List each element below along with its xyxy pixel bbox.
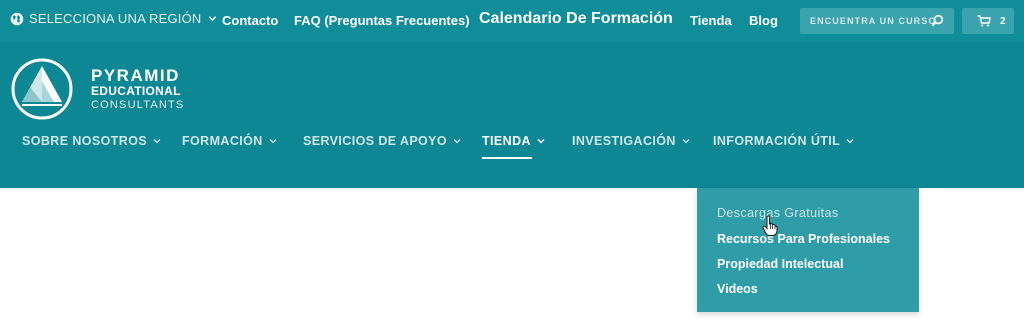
brand-name-line1: PYRAMID: [91, 66, 180, 85]
chevron-down-icon: [682, 139, 690, 144]
active-nav-underline: [482, 157, 532, 159]
region-label: SELECCIONA UNA REGIÓN: [29, 11, 202, 26]
chevron-down-icon: [453, 139, 461, 144]
blog-link[interactable]: Blog: [749, 13, 778, 28]
chevron-down-icon: [846, 139, 854, 144]
cart-icon: [977, 15, 991, 27]
search-placeholder: ENCUENTRA UN CURSO: [810, 16, 937, 26]
nav-item-label: TIENDA: [482, 134, 531, 148]
chevron-down-icon: [153, 139, 161, 144]
nav-item-informacion-util[interactable]: INFORMACIÓN ÚTIL: [713, 134, 854, 148]
brand-name-line2: EDUCATIONAL: [91, 84, 181, 98]
nav-item-label: FORMACIÓN: [182, 134, 263, 148]
nav-item-formacion[interactable]: FORMACIÓN: [182, 134, 277, 148]
search-icon[interactable]: [931, 14, 944, 27]
top-utility-bar: SELECCIONA UNA REGIÓN Contacto FAQ (Preg…: [0, 0, 1024, 42]
nav-item-tienda[interactable]: TIENDA: [482, 134, 545, 148]
cart-count-badge: 2: [1000, 15, 1006, 27]
nav-item-label: SOBRE NOSOTROS: [22, 134, 148, 148]
nav-item-label: INFORMACIÓN ÚTIL: [713, 134, 841, 148]
globe-icon: [10, 12, 24, 25]
chevron-down-icon: [208, 16, 216, 22]
training-calendar-link[interactable]: Calendario De Formación: [479, 10, 673, 28]
pyramid-logo-icon[interactable]: [10, 57, 74, 121]
main-header: PYRAMID EDUCATIONAL CONSULTANTS SOBRE NO…: [0, 42, 1024, 188]
faq-link[interactable]: FAQ (Preguntas Frecuentes): [294, 13, 470, 28]
nav-item-investigacion[interactable]: INVESTIGACIÓN: [572, 134, 690, 148]
dropdown-item-propiedad-intelectual[interactable]: Propiedad Intelectual: [717, 257, 843, 271]
dropdown-item-recursos-profesionales[interactable]: Recursos Para Profesionales: [717, 232, 890, 246]
dropdown-item-videos[interactable]: Videos: [717, 282, 758, 296]
region-selector[interactable]: SELECCIONA UNA REGIÓN: [10, 11, 217, 26]
nav-item-servicios-de-apoyo[interactable]: SERVICIOS DE APOYO: [303, 134, 461, 148]
brand-name-line3: CONSULTANTS: [91, 99, 185, 111]
chevron-down-icon: [537, 138, 545, 144]
contact-link[interactable]: Contacto: [222, 13, 278, 28]
shop-link[interactable]: Tienda: [690, 13, 732, 28]
tienda-dropdown-menu: Descargas Gratuitas Recursos Para Profes…: [697, 188, 919, 312]
hand-cursor-icon: [762, 215, 778, 236]
chevron-down-icon: [269, 139, 277, 144]
cart-button[interactable]: 2: [962, 8, 1014, 34]
nav-item-label: INVESTIGACIÓN: [572, 134, 676, 148]
course-search-input[interactable]: ENCUENTRA UN CURSO: [800, 8, 954, 34]
nav-item-label: SERVICIOS DE APOYO: [303, 134, 448, 148]
nav-item-sobre-nosotros[interactable]: SOBRE NOSOTROS: [22, 134, 161, 148]
